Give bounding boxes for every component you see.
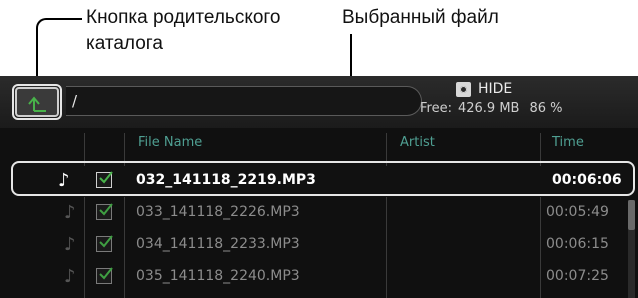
- checkbox-checked-icon[interactable]: [96, 267, 113, 284]
- file-name: 035_141118_2240.MP3: [136, 268, 300, 284]
- free-label: Free:: [420, 101, 452, 116]
- toolbar: / HIDE Free: 426.9 MB 86 %: [0, 76, 638, 128]
- table-row[interactable]: ♪ 033_141118_2226.MP3 00:05:49: [0, 198, 620, 229]
- music-note-icon: ♪: [64, 266, 76, 287]
- table-row[interactable]: ♪ 035_141118_2240.MP3 00:07:25: [0, 262, 620, 293]
- selected-row-highlight: [11, 161, 635, 196]
- hide-label: HIDE: [478, 81, 513, 97]
- scrollbar[interactable]: [628, 200, 635, 298]
- table-row[interactable]: ♪ 034_141118_2233.MP3 00:06:15: [0, 230, 620, 261]
- parent-button-highlight: [12, 84, 62, 120]
- free-size: 426.9 MB: [457, 101, 520, 116]
- table-header: File Name Artist Time: [0, 133, 638, 153]
- column-header-time[interactable]: Time: [552, 135, 584, 150]
- callout-parent-dir-line2: каталога: [86, 33, 163, 54]
- column-header-artist[interactable]: Artist: [400, 135, 435, 150]
- hide-icon: [456, 82, 471, 97]
- file-name: 034_141118_2233.MP3: [136, 236, 300, 252]
- current-path: /: [72, 92, 78, 110]
- file-time: 00:05:49: [546, 204, 609, 220]
- callout-parent-dir-line1: Кнопка родительского: [86, 7, 281, 28]
- checkbox-checked-icon[interactable]: [96, 203, 113, 220]
- music-note-icon: ♪: [64, 234, 76, 255]
- file-time: 00:06:15: [546, 236, 609, 252]
- checkbox-checked-icon[interactable]: [96, 235, 113, 252]
- path-field: /: [66, 86, 422, 116]
- free-percent: 86 %: [529, 101, 563, 116]
- free-space: Free: 426.9 MB 86 %: [420, 101, 568, 116]
- file-time: 00:07:25: [546, 268, 609, 284]
- music-note-icon: ♪: [64, 202, 76, 223]
- column-header-file-name[interactable]: File Name: [138, 135, 202, 150]
- scrollbar-thumb[interactable]: [628, 200, 635, 230]
- file-name: 033_141118_2226.MP3: [136, 204, 300, 220]
- leader-line-parent-h: [46, 18, 82, 20]
- callout-selected-file: Выбранный файл: [342, 7, 499, 28]
